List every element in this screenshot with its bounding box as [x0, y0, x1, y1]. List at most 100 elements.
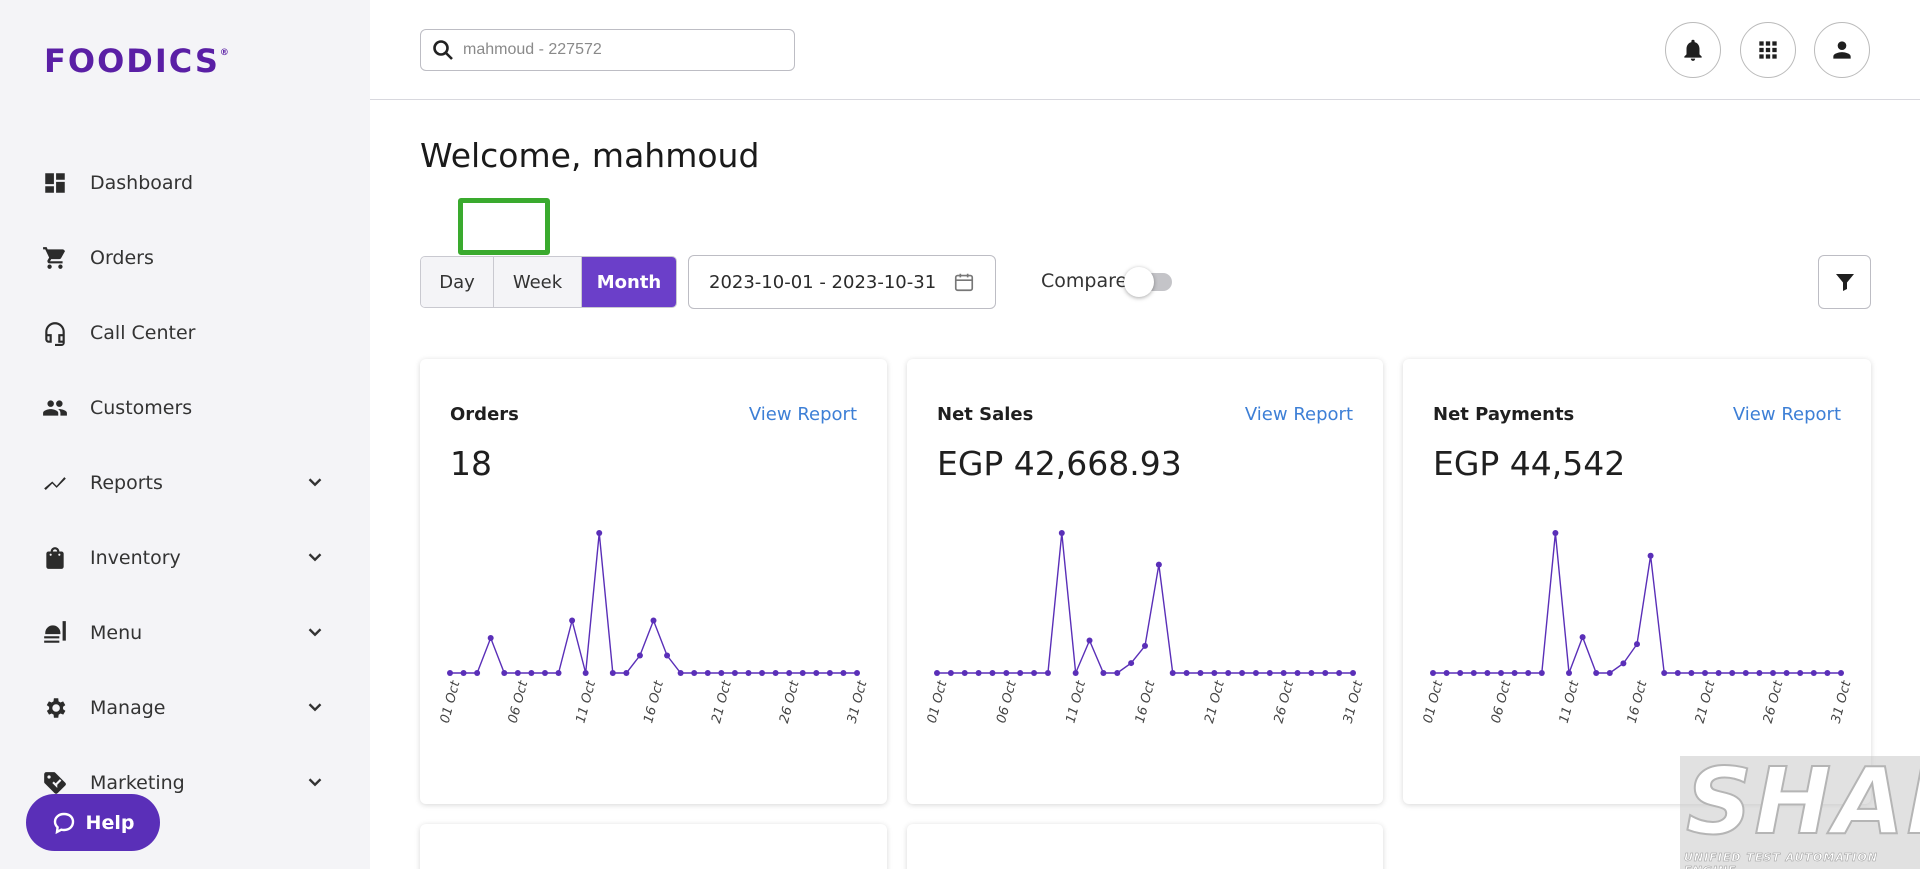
data-point[interactable] — [1566, 670, 1572, 676]
sidebar-item-orders[interactable]: Orders — [0, 220, 370, 295]
data-point[interactable] — [1593, 670, 1600, 676]
data-point[interactable] — [1211, 670, 1218, 676]
data-point[interactable] — [975, 670, 982, 676]
sidebar-item-manage[interactable]: Manage — [0, 670, 370, 745]
chevron-down-icon[interactable] — [304, 696, 326, 718]
data-point[interactable] — [745, 670, 752, 676]
data-point[interactable] — [813, 670, 820, 676]
data-point[interactable] — [447, 670, 453, 676]
data-point[interactable] — [664, 652, 671, 659]
apps-button[interactable] — [1740, 22, 1796, 78]
data-point[interactable] — [989, 670, 996, 676]
data-point[interactable] — [650, 617, 657, 624]
data-point[interactable] — [1443, 670, 1450, 676]
data-point[interactable] — [569, 617, 576, 624]
data-point[interactable] — [1239, 670, 1246, 676]
search-box[interactable] — [420, 29, 795, 71]
data-point[interactable] — [1702, 670, 1708, 676]
notifications-button[interactable] — [1665, 22, 1721, 78]
data-point[interactable] — [582, 670, 589, 676]
tab-day[interactable]: Day — [421, 257, 494, 307]
data-point[interactable] — [759, 670, 766, 676]
data-point[interactable] — [1688, 670, 1695, 676]
sidebar-item-menu[interactable]: Menu — [0, 595, 370, 670]
view-report-link[interactable]: View Report — [1733, 404, 1841, 425]
data-point[interactable] — [1620, 660, 1627, 667]
sidebar-item-inventory[interactable]: Inventory — [0, 520, 370, 595]
sidebar-item-call-center[interactable]: Call Center — [0, 295, 370, 370]
profile-button[interactable] — [1814, 22, 1870, 78]
data-point[interactable] — [1661, 670, 1668, 676]
toggle-knob[interactable] — [1124, 267, 1154, 297]
data-point[interactable] — [1031, 670, 1038, 676]
data-point[interactable] — [1634, 641, 1640, 648]
data-point[interactable] — [596, 530, 603, 536]
data-point[interactable] — [1810, 670, 1817, 676]
data-point[interactable] — [555, 670, 562, 676]
data-point[interactable] — [1155, 561, 1162, 568]
data-point[interactable] — [1336, 670, 1343, 676]
data-point[interactable] — [1674, 670, 1681, 676]
data-point[interactable] — [1756, 670, 1763, 676]
data-point[interactable] — [786, 670, 793, 676]
data-point[interactable] — [1498, 670, 1504, 676]
data-point[interactable] — [1538, 670, 1545, 676]
data-point[interactable] — [1308, 670, 1315, 676]
data-point[interactable] — [1770, 670, 1776, 676]
data-point[interactable] — [799, 670, 806, 676]
chevron-down-icon[interactable] — [304, 621, 326, 643]
data-point[interactable] — [1430, 670, 1436, 676]
data-point[interactable] — [1350, 670, 1356, 676]
data-point[interactable] — [840, 670, 847, 676]
data-point[interactable] — [1183, 670, 1190, 676]
data-point[interactable] — [826, 670, 833, 676]
data-point[interactable] — [1715, 670, 1722, 676]
data-point[interactable] — [1280, 670, 1287, 676]
data-point[interactable] — [636, 652, 643, 659]
data-point[interactable] — [1606, 670, 1613, 676]
data-point[interactable] — [961, 670, 968, 676]
data-point[interactable] — [1511, 670, 1518, 676]
data-point[interactable] — [677, 670, 684, 676]
view-report-link[interactable]: View Report — [1245, 404, 1353, 425]
data-point[interactable] — [1128, 660, 1135, 667]
data-point[interactable] — [947, 670, 954, 676]
data-point[interactable] — [1647, 552, 1654, 559]
view-report-link[interactable]: View Report — [749, 404, 857, 425]
data-point[interactable] — [1470, 670, 1477, 676]
search-input[interactable] — [463, 41, 763, 59]
data-point[interactable] — [1086, 637, 1093, 644]
foodics-logo[interactable]: FOODICS® — [44, 42, 229, 80]
data-point[interactable] — [1783, 670, 1790, 676]
data-point[interactable] — [691, 670, 698, 676]
data-point[interactable] — [623, 670, 630, 676]
data-point[interactable] — [1294, 670, 1301, 676]
data-point[interactable] — [1742, 670, 1749, 676]
data-point[interactable] — [1579, 634, 1586, 641]
data-point[interactable] — [1838, 670, 1844, 676]
data-point[interactable] — [1729, 670, 1736, 676]
data-point[interactable] — [1058, 530, 1065, 536]
data-point[interactable] — [1100, 670, 1107, 676]
data-point[interactable] — [1797, 670, 1804, 676]
tab-month[interactable]: Month — [582, 257, 676, 307]
data-point[interactable] — [1169, 670, 1176, 676]
sidebar-item-customers[interactable]: Customers — [0, 370, 370, 445]
data-point[interactable] — [1252, 670, 1259, 676]
data-point[interactable] — [1457, 670, 1464, 676]
data-point[interactable] — [934, 670, 940, 676]
tab-week[interactable]: Week — [494, 257, 582, 307]
data-point[interactable] — [1225, 670, 1232, 676]
data-point[interactable] — [1114, 670, 1121, 676]
data-point[interactable] — [528, 670, 535, 676]
chevron-down-icon[interactable] — [304, 771, 326, 793]
chevron-down-icon[interactable] — [304, 471, 326, 493]
chevron-down-icon[interactable] — [304, 546, 326, 568]
data-point[interactable] — [487, 635, 494, 641]
filter-button[interactable] — [1818, 255, 1871, 309]
data-point[interactable] — [704, 670, 711, 676]
data-point[interactable] — [1552, 530, 1559, 536]
sidebar-item-dashboard[interactable]: Dashboard — [0, 145, 370, 220]
data-point[interactable] — [1072, 670, 1079, 676]
data-point[interactable] — [609, 670, 616, 676]
